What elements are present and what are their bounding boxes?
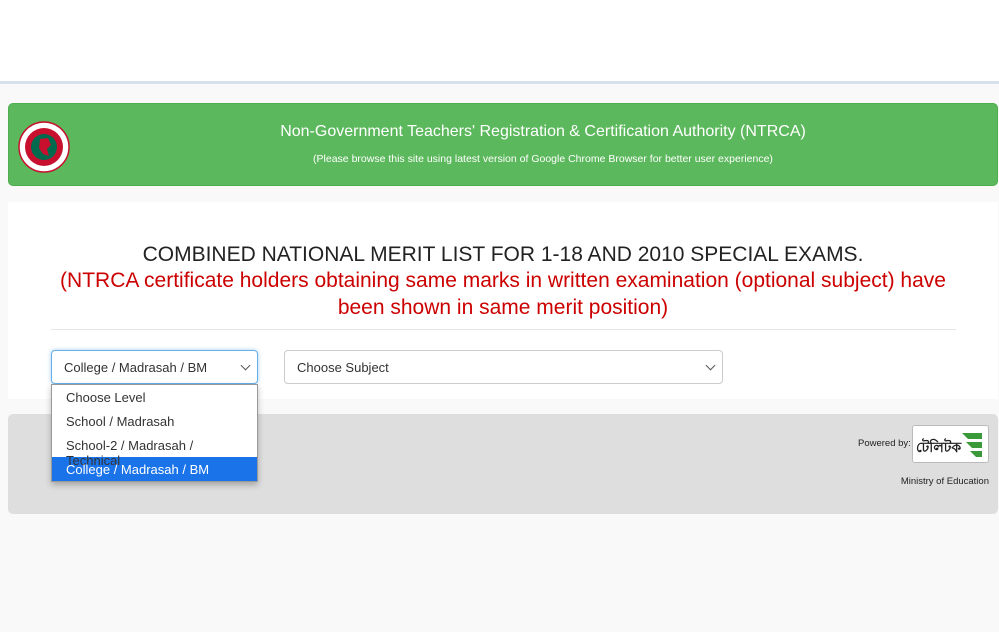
level-select-value: College / Madrasah / BM bbox=[64, 360, 208, 375]
merit-note: (NTRCA certificate holders obtaining sam… bbox=[60, 269, 946, 319]
subject-select-value: Choose Subject bbox=[297, 360, 389, 375]
teletalk-mark-icon bbox=[962, 433, 982, 457]
teletalk-logo-text: টেলিটক bbox=[916, 439, 962, 455]
site-header: Non-Government Teachers' Registration & … bbox=[8, 103, 998, 186]
divider bbox=[51, 329, 956, 330]
page-title: COMBINED NATIONAL MERIT LIST FOR 1-18 AN… bbox=[142, 243, 864, 266]
chevron-down-icon bbox=[705, 360, 716, 371]
subject-select[interactable]: Choose Subject bbox=[284, 350, 723, 384]
powered-by-label: Powered by: bbox=[858, 438, 911, 449]
site-title: Non-Government Teachers' Registration & … bbox=[280, 123, 806, 140]
browser-notice: (Please browse this site using latest ve… bbox=[313, 153, 773, 165]
chevron-down-icon bbox=[240, 360, 251, 371]
level-dropdown-list: Choose Level School / Madrasah School-2 … bbox=[51, 384, 258, 482]
level-option[interactable]: School-2 / Madrasah / Technical bbox=[52, 433, 257, 468]
ministry-label: Ministry of Education bbox=[900, 476, 989, 487]
teletalk-logo[interactable]: টেলিটক bbox=[912, 425, 989, 463]
top-bar bbox=[0, 0, 999, 84]
level-option[interactable]: School / Madrasah bbox=[52, 409, 257, 433]
level-option[interactable]: Choose Level bbox=[52, 385, 257, 409]
bangladesh-govt-seal-icon bbox=[18, 118, 70, 176]
level-select[interactable]: College / Madrasah / BM bbox=[51, 350, 258, 384]
